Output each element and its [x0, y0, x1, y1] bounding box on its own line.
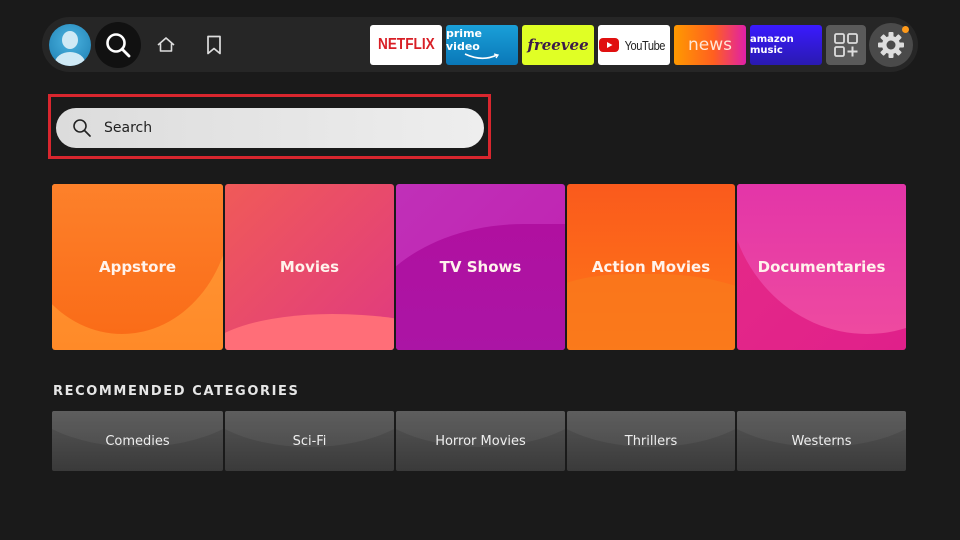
search-icon: [73, 119, 91, 137]
watchlist-button[interactable]: [202, 33, 226, 57]
app-freevee[interactable]: freevee: [522, 25, 594, 65]
category-label: Documentaries: [757, 258, 886, 276]
amazon-smile-icon: [464, 53, 500, 60]
notification-dot: [902, 26, 909, 33]
app-prime-video[interactable]: prime video: [446, 25, 518, 65]
amazon-music-logo: amazon music: [750, 34, 794, 56]
prime-video-logo: prime video: [446, 27, 482, 53]
app-youtube[interactable]: YouTube: [598, 25, 670, 65]
app-news[interactable]: news: [674, 25, 746, 65]
app-amazon-music[interactable]: amazon music: [750, 25, 822, 65]
tile-decoration: [567, 274, 735, 350]
search-input[interactable]: Search: [56, 108, 484, 148]
avatar-head: [62, 31, 78, 49]
home-icon: [157, 37, 175, 52]
recommended-categories-heading: RECOMMENDED CATEGORIES: [53, 384, 300, 399]
freevee-logo: freevee: [527, 36, 589, 54]
youtube-play-icon: [599, 38, 620, 52]
apps-grid-icon: [834, 33, 858, 57]
nav-search-button[interactable]: [95, 22, 141, 68]
home-button[interactable]: [154, 33, 178, 57]
category-label: TV Shows: [439, 258, 522, 276]
app-netflix[interactable]: NETFLIX: [370, 25, 442, 65]
recommended-item-westerns[interactable]: Westerns: [737, 411, 906, 471]
category-label: Appstore: [98, 258, 177, 276]
category-label: Action Movies: [591, 258, 711, 276]
category-action-movies[interactable]: Action Movies: [567, 184, 735, 350]
recommended-label: Sci-Fi: [292, 433, 327, 449]
search-icon: [106, 33, 131, 58]
recommended-label: Horror Movies: [435, 433, 526, 449]
news-logo: news: [688, 35, 732, 55]
all-apps-button[interactable]: [826, 25, 866, 65]
user-profile-icon[interactable]: [49, 24, 91, 66]
category-label: Movies: [279, 258, 340, 276]
recommended-item-horror-movies[interactable]: Horror Movies: [396, 411, 565, 471]
recommended-label: Westerns: [791, 433, 852, 449]
recommended-item-thrillers[interactable]: Thrillers: [567, 411, 735, 471]
netflix-logo: NETFLIX: [377, 36, 435, 53]
bookmark-icon: [207, 35, 221, 55]
recommended-label: Thrillers: [624, 433, 678, 449]
youtube-logo: YouTube: [624, 37, 666, 53]
category-appstore[interactable]: Appstore: [52, 184, 223, 350]
recommended-item-sci-fi[interactable]: Sci-Fi: [225, 411, 394, 471]
category-movies[interactable]: Movies: [225, 184, 394, 350]
gear-icon: [878, 32, 904, 58]
recommended-label: Comedies: [105, 433, 170, 449]
recommended-item-comedies[interactable]: Comedies: [52, 411, 223, 471]
search-placeholder: Search: [104, 120, 153, 136]
avatar-body: [55, 52, 85, 66]
category-documentaries[interactable]: Documentaries: [737, 184, 906, 350]
category-tv-shows[interactable]: TV Shows: [396, 184, 565, 350]
